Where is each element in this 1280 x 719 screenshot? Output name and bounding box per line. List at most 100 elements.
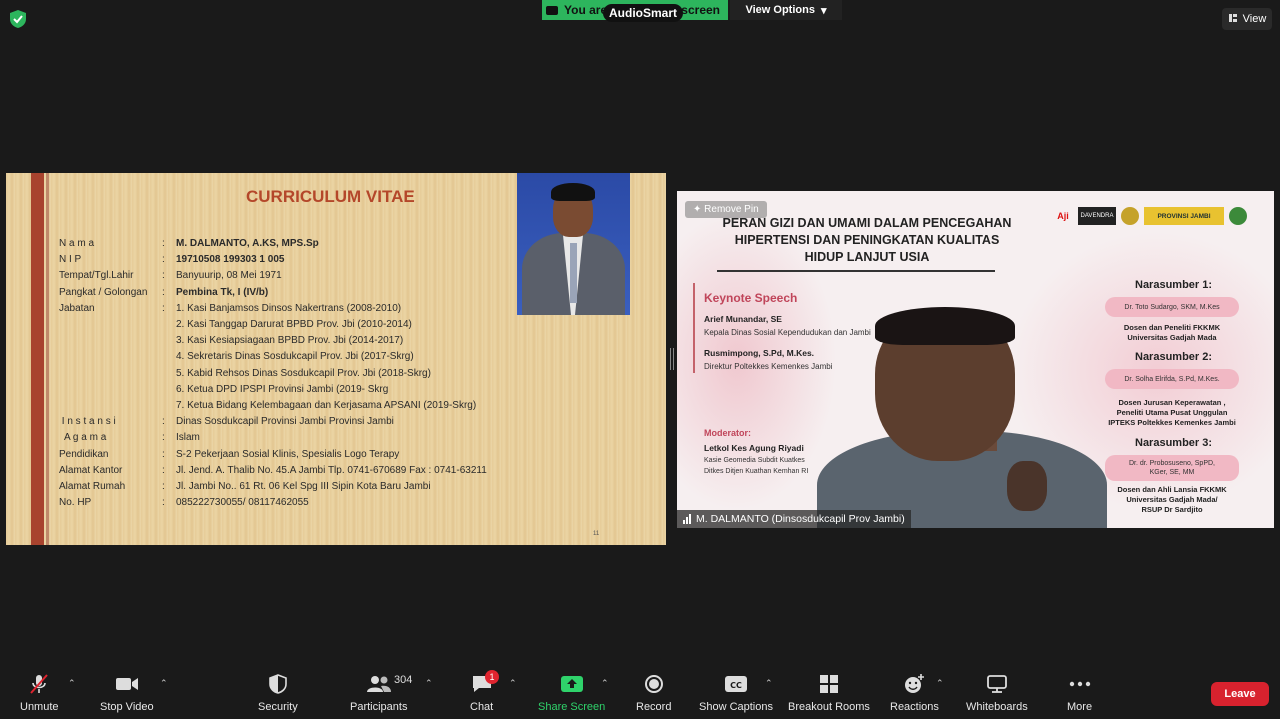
breakout-rooms-icon: [819, 672, 839, 696]
narasumber-desc: Dosen dan Ahli Lansia FKKMK Universitas G…: [1117, 485, 1227, 514]
whiteboards-label: Whiteboards: [966, 701, 1028, 713]
cv-row: 6. Ketua DPD IPSPI Provinsi Jambi (2019-…: [176, 383, 389, 395]
captions-chevron-icon[interactable]: ⌃: [765, 678, 773, 689]
chat-chevron-icon[interactable]: ⌃: [509, 678, 517, 689]
view-options-label: View Options: [745, 4, 815, 16]
more-label: More: [1067, 701, 1093, 713]
chevron-down-icon: ▾: [820, 4, 827, 17]
zoom-meeting-window: You are 's screen AudioSmart View Option…: [0, 0, 1280, 719]
cv-row: Tempat/Tgl.Lahir: Banyuurip, 08 Mei 1971: [59, 270, 282, 282]
provinsi-jambi-logo: PROVINSI JAMBI: [1144, 207, 1224, 225]
cv-row: N a m a: M. DALMANTO, A.KS, MPS.Sp: [59, 238, 319, 249]
narasumber-name-pill: Dr. Toto Sudargo, SKM, M.Kes: [1105, 297, 1239, 317]
share-chevron-icon[interactable]: ⌃: [601, 678, 609, 689]
speaker-person: [817, 307, 1107, 528]
record-button[interactable]: Record: [636, 672, 671, 713]
moderator-role: Kasie Geomedia Subdit Kuatkes: [704, 457, 805, 464]
muted-microphone-icon: [28, 672, 50, 696]
slide-stripe-thin: [46, 173, 49, 545]
chat-button[interactable]: Chat 1: [470, 670, 499, 713]
narasumber-desc: Dosen dan Peneliti FKKMK Universitas Gadj…: [1123, 323, 1221, 342]
cv-row: 3. Kasi Kesiapsiagaan BPBD Prov. Jbi (20…: [176, 335, 404, 347]
remove-pin-button[interactable]: ✦ Remove Pin: [685, 201, 767, 218]
reactions-chevron-icon[interactable]: ⌃: [936, 678, 944, 689]
stop-video-button[interactable]: Stop Video: [100, 672, 154, 713]
davendra-logo: DAVENDRA: [1078, 207, 1116, 225]
cv-row: Jabatan:1. Kasi Banjamsos Dinsos Nakertr…: [59, 302, 402, 314]
cv-row: I n s t a n s i: Dinas Sosdukcapil Provin…: [59, 416, 394, 428]
cv-row: Alamat Kantor: Jl. Jend. A. Thalib No. 45…: [59, 464, 487, 476]
chat-unread-badge: 1: [485, 670, 499, 684]
slide-page-number: 11: [593, 531, 600, 537]
cv-row: A g a m a: Islam: [59, 432, 200, 444]
reactions-button[interactable]: Reactions: [890, 672, 939, 713]
meeting-toolbar: Unmute ⌃ Stop Video ⌃ Security Participa…: [0, 664, 1280, 719]
split-divider-handle[interactable]: [670, 348, 674, 370]
title-underline: [717, 270, 995, 272]
speaker-video-tile[interactable]: PERAN GIZI DAN UMAMI DALAM PENCEGAHAN HI…: [677, 191, 1274, 528]
moderator-heading: Moderator:: [704, 428, 751, 438]
more-dots-icon: [1069, 672, 1091, 696]
breakout-rooms-button[interactable]: Breakout Rooms: [788, 672, 870, 713]
cv-row: Pendidikan: S-2 Pekerjaan Sosial Klinis, …: [59, 448, 400, 460]
record-icon: [644, 672, 664, 696]
narasumber-name-pill: Dr. Solha Elrifda, S.Pd, M.Kes.: [1105, 369, 1239, 389]
signal-bars-icon: [683, 514, 691, 524]
speaker-role: Direktur Poltekkes Kemenkes Jambi: [704, 362, 833, 371]
reactions-label: Reactions: [890, 701, 939, 713]
participant-count: 304: [394, 674, 413, 686]
record-label: Record: [636, 701, 672, 713]
participants-label: Participants: [350, 701, 408, 713]
view-button[interactable]: View: [1222, 8, 1272, 30]
security-shield-icon: [269, 672, 287, 696]
webinar-title: PERAN GIZI DAN UMAMI DALAM PENCEGAHAN HI…: [722, 216, 1012, 264]
cv-row: N I P:19710508 199303 1 005: [59, 254, 285, 266]
participants-chevron-icon[interactable]: ⌃: [425, 678, 433, 689]
leave-button[interactable]: Leave: [1211, 682, 1269, 706]
moderator-role: Ditkes Ditjen Kuathan Kemhan RI: [704, 468, 809, 475]
cv-row: 4. Sekretaris Dinas Sosdukcapil Prov. Jb…: [176, 351, 414, 363]
accent-bar: [693, 283, 695, 373]
audiosmart-label: AudioSmart: [603, 4, 684, 22]
remove-pin-label: Remove Pin: [704, 204, 759, 215]
shared-screen-cv-slide: CURRICULUM VITAE N a m a: M. DALMANTO, A.…: [6, 173, 666, 545]
narasumber-heading: Narasumber 3:: [1135, 437, 1213, 449]
video-camera-icon: [115, 672, 139, 696]
unmute-button[interactable]: Unmute: [20, 672, 59, 713]
view-button-label: View: [1242, 13, 1267, 25]
whiteboards-button[interactable]: Whiteboards: [966, 672, 1028, 713]
sponsor-logos: Aji DAVENDRA PROVINSI JAMBI: [1053, 207, 1247, 225]
narasumber-name-pill: Dr. dr. Probosuseno, SpPD, KGer, SE, MM: [1105, 455, 1239, 481]
narasumber-heading: Narasumber 2:: [1135, 351, 1213, 363]
security-button[interactable]: Security: [258, 672, 298, 713]
more-button[interactable]: More: [1067, 672, 1092, 713]
video-options-chevron-icon[interactable]: ⌃: [160, 678, 168, 689]
view-options-button[interactable]: View Options ▾: [730, 0, 842, 20]
closed-captions-icon: CC: [724, 672, 748, 696]
share-screen-button[interactable]: Share Screen: [538, 672, 605, 713]
cv-row: No. HP:085222730055/ 08117462055: [59, 497, 309, 509]
cv-row: 7. Ketua Bidang Kelembagaan dan Kerjasam…: [176, 400, 477, 412]
cv-row: 2. Kasi Tanggap Darurat BPBD Prov. Jbi (…: [176, 319, 412, 331]
audio-options-chevron-icon[interactable]: ⌃: [68, 678, 76, 689]
svg-text:CC: CC: [730, 681, 742, 690]
whiteboard-icon: [986, 672, 1008, 696]
participant-nameplate: M. DALMANTO (Dinsosdukcapil Prov Jambi): [677, 510, 911, 528]
participant-name: M. DALMANTO (Dinsosdukcapil Prov Jambi): [696, 513, 905, 525]
participants-button[interactable]: Participants 304: [350, 672, 412, 713]
show-captions-button[interactable]: CC Show Captions: [699, 672, 773, 713]
security-label: Security: [258, 701, 298, 713]
keynote-heading: Keynote Speech: [704, 291, 798, 305]
pin-icon: ✦: [693, 204, 702, 215]
emoji-reaction-icon: [903, 672, 925, 696]
cv-row: 5. Kabid Rehsos Dinas Sosdukcapil Prov. …: [176, 367, 431, 379]
cv-row: Pangkat / Golongan: Pembina Tk, I (IV/b): [59, 286, 269, 298]
participants-icon: [366, 672, 392, 696]
share-screen-icon: [560, 672, 584, 696]
security-shield-icon[interactable]: [10, 10, 26, 28]
stop-video-label: Stop Video: [100, 701, 154, 713]
share-banner-text-left: You are: [564, 3, 608, 17]
chat-label: Chat: [470, 701, 494, 713]
speaker-name: Arief Munandar, SE: [704, 314, 782, 324]
cv-title: CURRICULUM VITAE: [246, 187, 415, 206]
